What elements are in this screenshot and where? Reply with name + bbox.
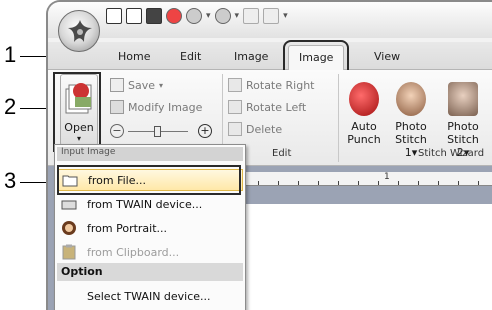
open-button[interactable]: Open ▾ (60, 74, 98, 146)
chevron-down-icon-2[interactable]: ▾ (235, 11, 240, 21)
scanner-icon (57, 197, 81, 211)
chevron-down-icon[interactable]: ▾ (206, 11, 211, 21)
new-icon[interactable] (106, 8, 122, 24)
open-folder-icon[interactable] (126, 8, 142, 24)
rotate-right-button[interactable]: Rotate Right (228, 78, 314, 92)
modify-image-label: Modify Image (128, 100, 203, 114)
customize-caret-icon[interactable]: ▾ (283, 11, 288, 21)
ribbon-tabs: Home Edit Image Image View (48, 40, 492, 76)
apple-icon (349, 82, 379, 116)
quick-access-toolbar: ▾ ▾ ▾ (106, 8, 288, 24)
save-icon[interactable] (146, 8, 162, 24)
ruler-mark-1: 1 (384, 172, 390, 182)
menu-item-from-twain[interactable]: from TWAIN device... (57, 193, 243, 215)
auto-punch-button[interactable]: Auto Punch (344, 82, 384, 146)
rotate-right-icon (228, 78, 242, 92)
menu-header: Input Image (57, 147, 243, 161)
app-window: ▾ ▾ ▾ Home Edit Image Image View Open ▾ … (46, 0, 492, 310)
menu-item-from-portrait[interactable]: from Portrait... (57, 217, 243, 239)
design-page[interactable] (228, 204, 492, 310)
application-orb[interactable] (58, 10, 100, 52)
clipboard-icon (57, 244, 81, 260)
tab-edit[interactable]: Edit (180, 50, 201, 63)
tab-home[interactable]: Home (118, 50, 150, 63)
open-dropdown-caret-icon: ▾ (76, 134, 81, 143)
disc-icon-2[interactable] (214, 8, 231, 24)
tab-edit-2[interactable]: Image (234, 50, 268, 63)
menu-item-label: from Portrait... (87, 221, 168, 235)
callout-2: 2 (4, 94, 17, 119)
chevron-down-icon: ▾ (159, 80, 164, 90)
rotate-left-label: Rotate Left (246, 100, 307, 114)
zoom-in-icon[interactable]: + (198, 124, 212, 138)
save-button[interactable]: Save ▾ (110, 78, 163, 92)
menu-item-label: Select TWAIN device... (87, 289, 211, 303)
title-bar: ▾ ▾ ▾ (48, 2, 492, 38)
group-separator-2 (338, 74, 339, 162)
menu-item-label: from TWAIN device... (87, 197, 203, 211)
save-label: Save (128, 78, 156, 92)
zoom-slider[interactable]: − + (110, 124, 214, 140)
from-file-highlight-frame (57, 165, 241, 195)
modify-image-button[interactable]: Modify Image (110, 100, 202, 114)
option-section-header: Option (57, 263, 243, 281)
undo-icon[interactable] (243, 8, 260, 24)
redo-icon[interactable] (263, 8, 280, 24)
open-image-icon (65, 83, 92, 114)
portrait-icon (396, 82, 426, 116)
save-image-icon (110, 78, 124, 92)
tab-view[interactable]: View (374, 50, 400, 63)
tab-image[interactable]: Image (282, 40, 350, 76)
zoom-out-icon[interactable]: − (110, 124, 124, 138)
open-dropdown-menu: Input Image from File... from TWAIN devi… (54, 144, 246, 310)
rotate-left-button[interactable]: Rotate Left (228, 100, 306, 114)
portrait-icon-2 (448, 82, 478, 116)
rotate-right-label: Rotate Right (246, 78, 315, 92)
callout-1: 1 (4, 42, 17, 67)
callout-3: 3 (4, 168, 17, 193)
slider-thumb[interactable] (154, 126, 161, 137)
open-label: Open (64, 121, 94, 134)
delete-button[interactable]: Delete (228, 122, 282, 136)
rotate-left-icon (228, 100, 242, 114)
modify-image-icon (110, 100, 124, 114)
delete-label: Delete (246, 122, 283, 136)
edit-group-label: Edit (272, 148, 292, 159)
portrait-icon (57, 220, 81, 236)
stitch-wizard-group-label: Stitch Wizard (418, 148, 485, 159)
auto-punch-label: Auto Punch (347, 120, 381, 146)
menu-item-select-twain[interactable]: Select TWAIN device... (57, 285, 243, 307)
disc-icon[interactable] (186, 8, 202, 24)
menu-item-from-clipboard[interactable]: from Clipboard... (57, 241, 243, 263)
record-icon[interactable] (166, 8, 182, 24)
menu-item-label: from Clipboard... (87, 245, 180, 259)
delete-icon (228, 122, 242, 136)
